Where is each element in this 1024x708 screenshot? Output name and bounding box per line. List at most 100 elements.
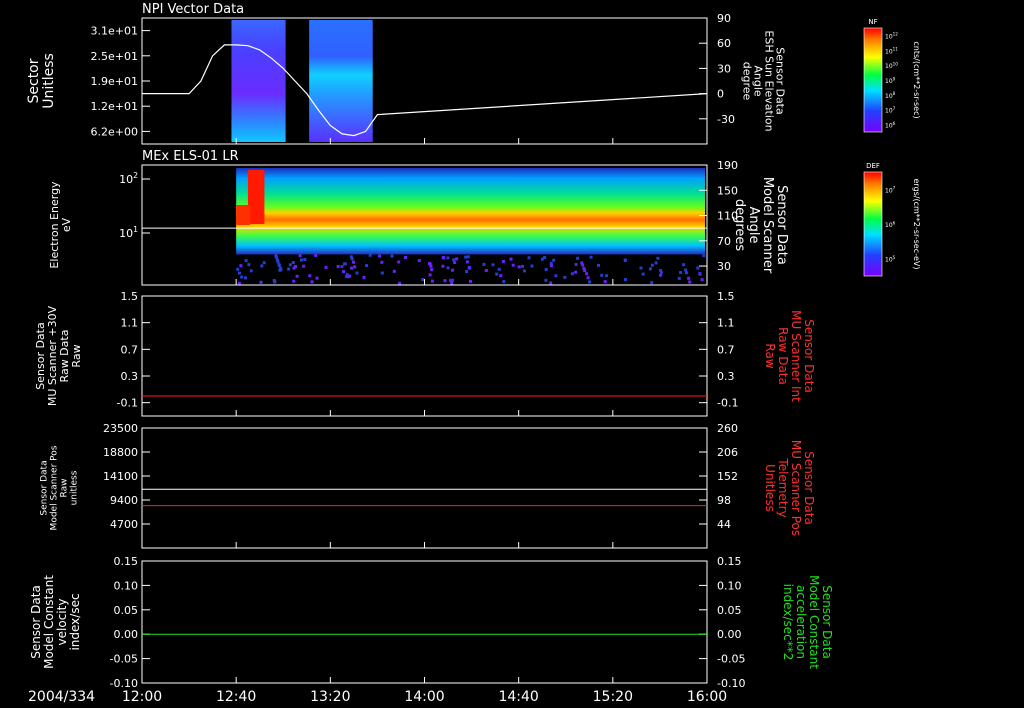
right-tick-label: 0 [717, 88, 724, 101]
els-speckle [468, 266, 472, 270]
time-tick-label: 12:00 [122, 689, 162, 705]
axis-label-line: index/sec [68, 593, 82, 650]
right-tick-label: -30 [717, 113, 735, 126]
y-tick-label: 23500 [103, 422, 138, 435]
els-speckle [482, 262, 486, 266]
panel-els: MEx ELS-01 LR 102101 1901501107030 Elect… [48, 149, 789, 286]
els-speckle [682, 263, 686, 267]
axis-label-line: Sensor Data [802, 319, 816, 393]
axis-label-line: Sector [26, 58, 42, 103]
right-axis-label: Sensor DataModel Constantaccelerationind… [781, 575, 834, 669]
axis-label-line: Model Scanner [760, 177, 775, 274]
els-speckle [554, 274, 558, 278]
els-speckle [404, 256, 407, 259]
els-speckle [249, 269, 253, 273]
els-speckle [365, 264, 369, 267]
axis-label-line: Sensor Data [820, 585, 834, 659]
y-tick-label: 18800 [103, 446, 138, 459]
els-speckle [273, 280, 277, 284]
els-speckle [348, 274, 352, 278]
panel-npi-title: NPI Vector Data [142, 2, 244, 17]
els-speckle [450, 281, 454, 285]
axis-label-line: Model Scanner Pos [50, 445, 60, 530]
colorbar-tick-label: 108 [885, 91, 896, 100]
y-tick-label: 4700 [110, 518, 138, 531]
els-speckle [417, 259, 421, 263]
axis-label-line: Angle [746, 207, 761, 244]
els-speckle [292, 279, 296, 283]
right-tick-label: -0.05 [717, 653, 745, 666]
els-speckle [530, 264, 534, 268]
colorbar-gradient [863, 27, 883, 133]
els-speckle [262, 261, 266, 265]
els-speckle [491, 263, 495, 267]
npi-elevation-line [142, 44, 708, 137]
els-speckle [540, 257, 544, 261]
els-speckle [466, 255, 470, 259]
axis-label-line: Sensor Data [29, 585, 43, 659]
els-speckle [350, 266, 354, 270]
colorbar-tick-label: 109 [885, 76, 896, 85]
els-speckle [552, 258, 556, 262]
axis-label-line: eV [60, 217, 73, 232]
els-speckle [685, 271, 689, 275]
right-axis-label: Sensor DataMU Scanner PosTelemetryUnitle… [763, 440, 816, 536]
els-speckle [624, 278, 627, 282]
els-speckle [696, 266, 700, 270]
els-speckle [350, 257, 354, 261]
y-tick-label: 14100 [103, 470, 138, 483]
els-speckle [677, 276, 681, 280]
els-speckle [451, 278, 455, 282]
els-speckle [430, 268, 434, 272]
els-speckle [588, 280, 592, 284]
els-speckle [549, 264, 553, 268]
npi-data-block [309, 20, 373, 142]
axis-label-line: velocity [55, 599, 69, 646]
els-speckle [589, 255, 593, 259]
els-speckle [684, 268, 688, 272]
colorbar-units-label: ergs/(cm**2-sr-sec-eV) [912, 178, 921, 269]
els-speckle [240, 275, 244, 279]
els-speckle [392, 269, 396, 273]
colorbar-title: DEF [866, 162, 880, 170]
right-tick-label: 0.05 [717, 604, 742, 617]
els-speckle [623, 258, 627, 262]
els-right-axis-label: Sensor DataModel ScannerAngledegrees [732, 177, 789, 274]
els-spectrogram [236, 168, 706, 285]
axis-label-line: MU Scanner Int [789, 310, 803, 402]
left-axis-label: Sensor Data Model Scanner Pos Raw unitless [40, 445, 80, 530]
right-tick-label: 1.1 [717, 317, 735, 330]
els-high-flux-region [236, 205, 251, 225]
els-speckle [324, 265, 328, 269]
els-speckle [429, 264, 433, 268]
els-speckle [522, 269, 526, 273]
els-speckle [276, 259, 280, 263]
y-tick-label: -0.05 [110, 653, 138, 666]
els-speckle [656, 256, 660, 260]
els-speckle [380, 271, 384, 275]
right-tick-label: 0.15 [717, 555, 742, 568]
axis-label-line: MU Scanner Pos [789, 440, 803, 536]
line-panel-3: 1.5 1.1 0.7 0.3 -0.1 1.5 1.1 0.7 0.3 -0.1 Sensor D… [34, 290, 816, 417]
time-tick-label: 13:20 [310, 689, 350, 705]
els-speckle [549, 281, 553, 285]
els-speckle [511, 263, 515, 267]
y-tick-label: 3.1e+01 [91, 25, 138, 38]
right-tick-label: 152 [717, 470, 738, 483]
right-tick-label: 44 [717, 518, 731, 531]
axis-label-line: unitless [70, 470, 80, 505]
els-speckle [300, 258, 303, 262]
time-tick-label: 14:00 [404, 689, 444, 705]
y-tick-label: 101 [119, 225, 138, 240]
y-tick-label: 0.10 [114, 579, 139, 592]
els-speckle [502, 260, 505, 263]
axis-label-line: Sensor Data [40, 460, 50, 515]
npi-left-axis-label: Sector Unitless [26, 53, 57, 109]
els-speckle [521, 264, 524, 268]
els-speckle [302, 264, 306, 268]
els-speckle [259, 280, 263, 284]
els-speckle [340, 265, 344, 268]
colorbar-tick-label: 107 [885, 106, 896, 115]
els-speckle [585, 272, 589, 276]
els-speckle [298, 254, 302, 258]
